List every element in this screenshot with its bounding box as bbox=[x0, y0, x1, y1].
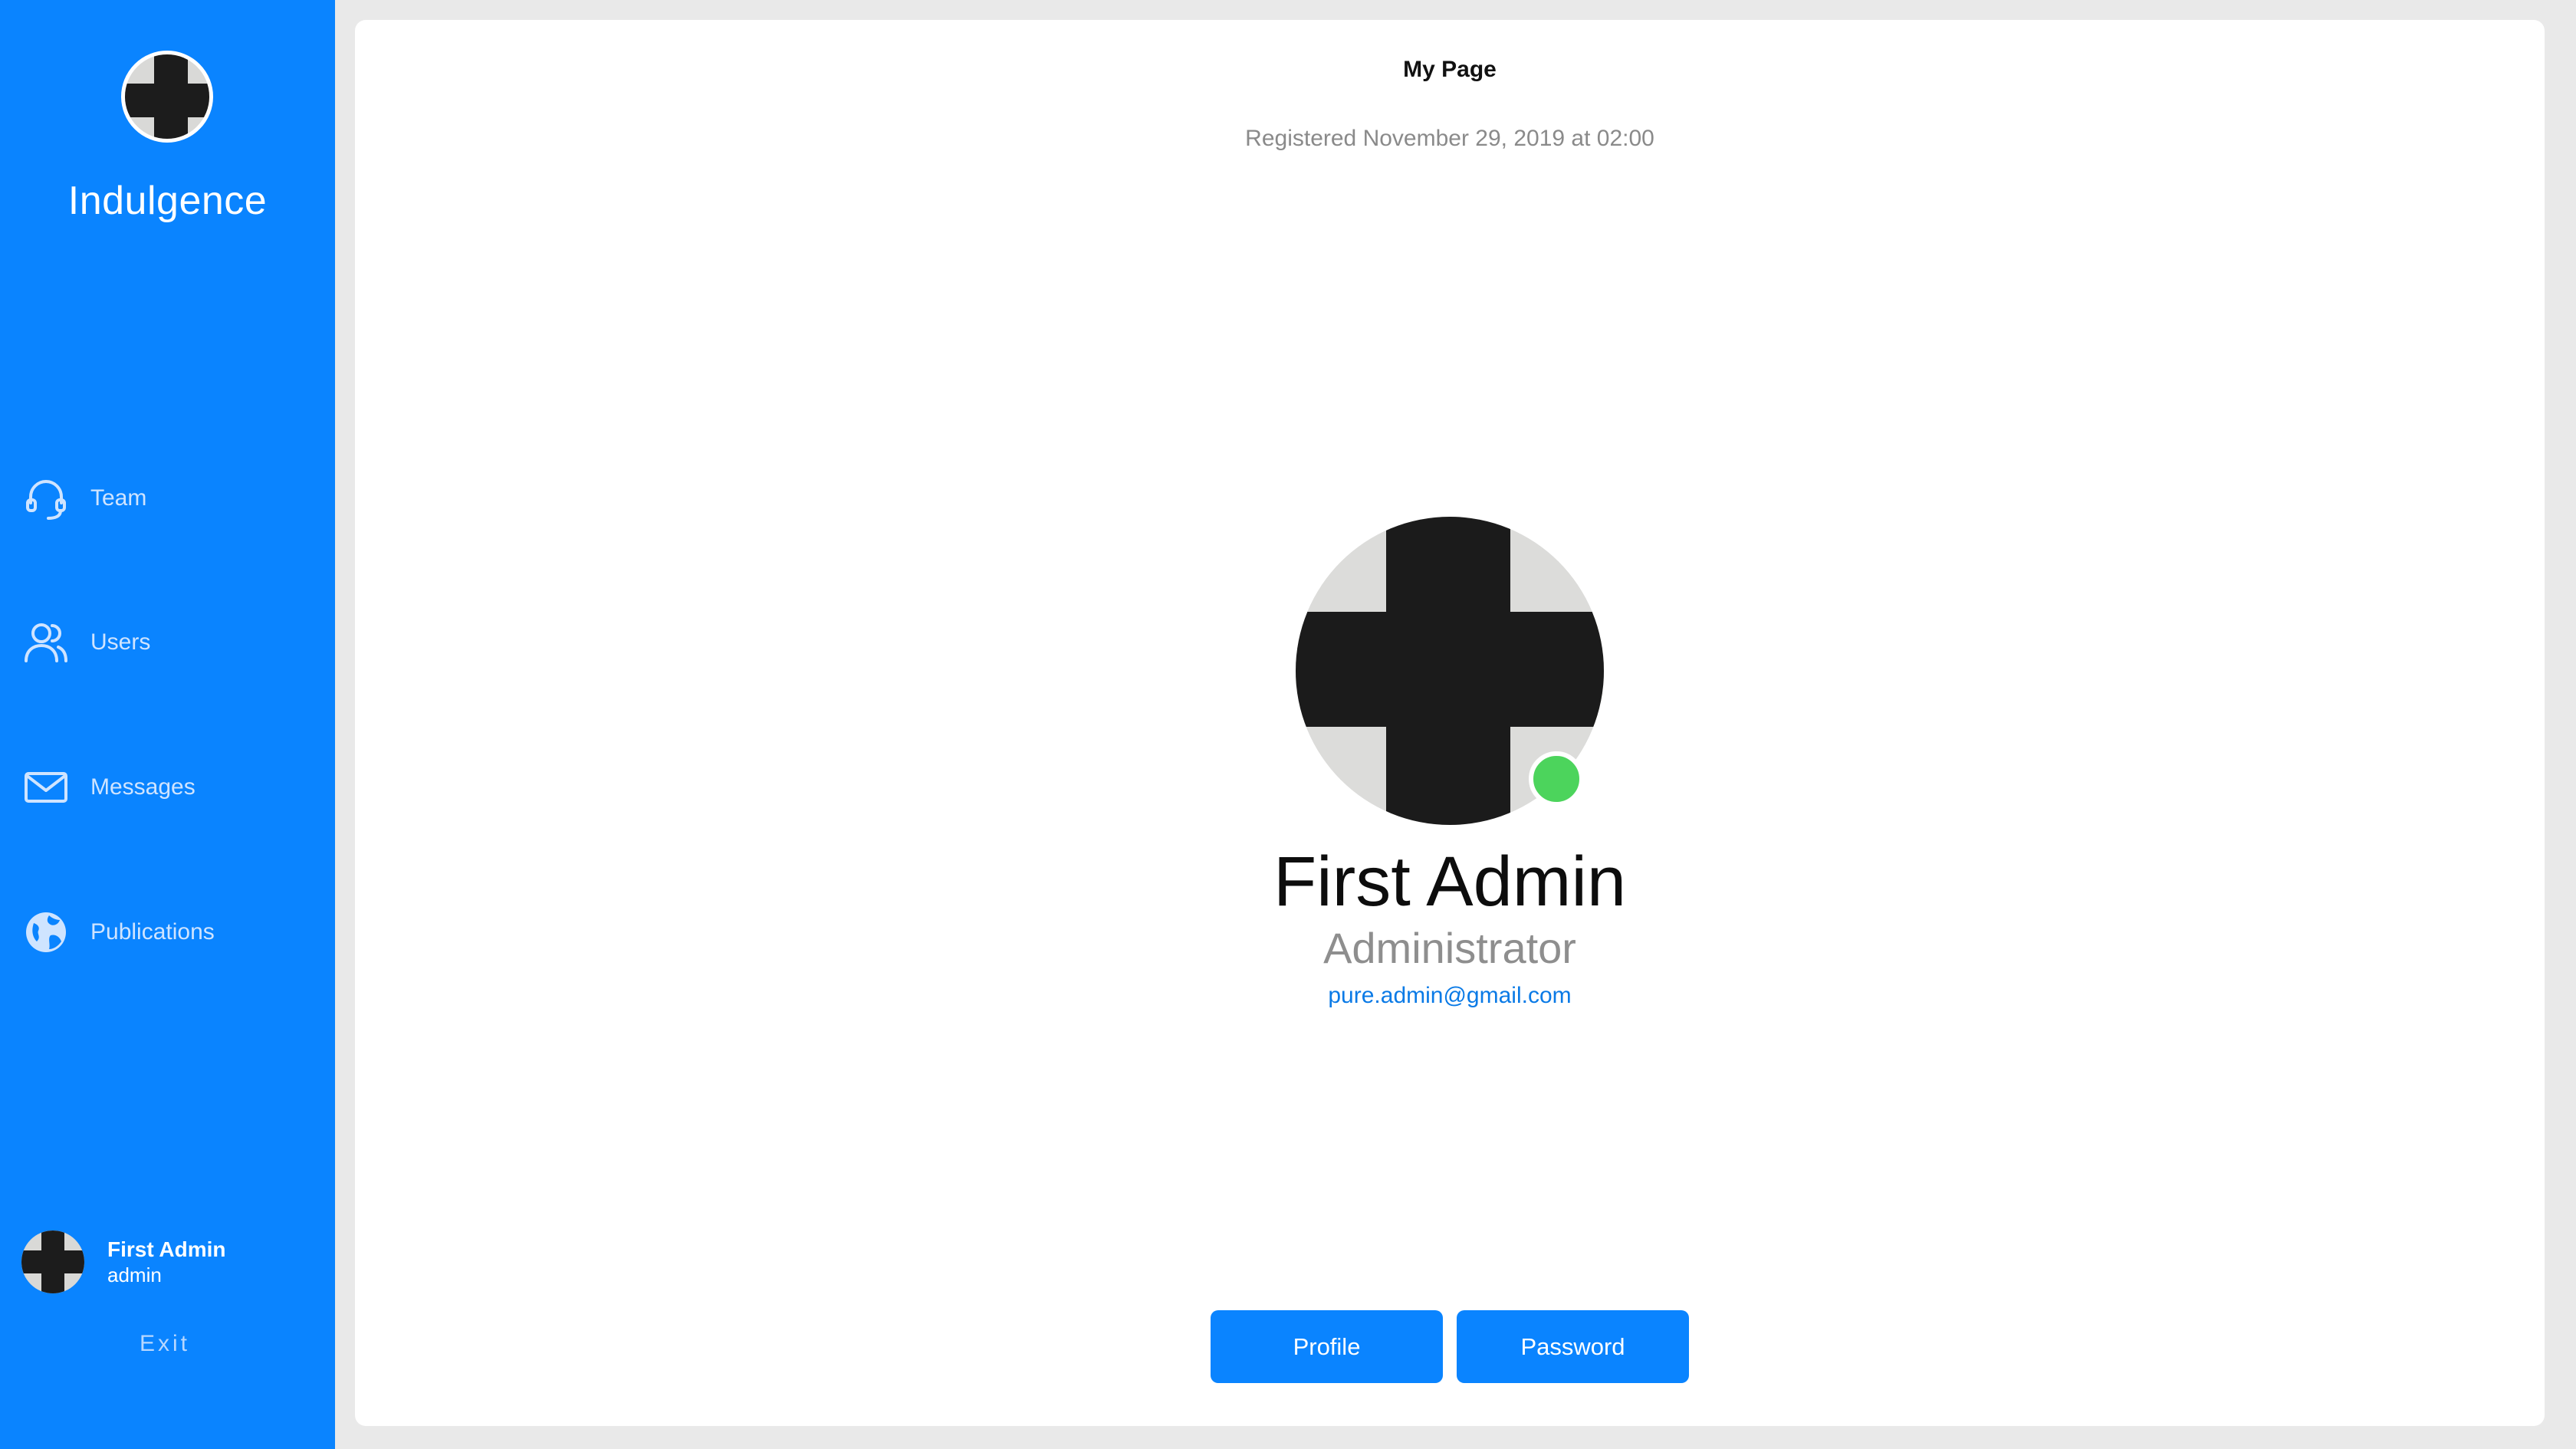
app-logo bbox=[121, 51, 213, 143]
page-title: My Page bbox=[1403, 57, 1497, 82]
current-user[interactable]: First Admin admin bbox=[21, 1230, 320, 1294]
password-button[interactable]: Password bbox=[1457, 1310, 1689, 1383]
cross-avatar-icon bbox=[21, 1230, 84, 1293]
sidebar-item-team[interactable]: Team bbox=[21, 468, 320, 529]
sidebar-item-messages[interactable]: Messages bbox=[21, 757, 320, 818]
sidebar-item-users[interactable]: Users bbox=[21, 612, 320, 673]
current-user-login: admin bbox=[107, 1263, 162, 1286]
sidebar-item-label: Team bbox=[90, 485, 147, 511]
registration-date: Registered November 29, 2019 at 02:00 bbox=[1245, 126, 1654, 151]
sidebar-item-label: Messages bbox=[90, 774, 196, 800]
profile-button[interactable]: Profile bbox=[1211, 1310, 1443, 1383]
profile-email-link[interactable]: pure.admin@gmail.com bbox=[355, 983, 2545, 1009]
envelope-icon bbox=[21, 763, 71, 812]
headset-icon bbox=[21, 474, 71, 523]
app-name: Indulgence bbox=[67, 179, 268, 223]
sidebar-item-publications[interactable]: Publications bbox=[21, 902, 320, 963]
cross-logo-icon bbox=[125, 54, 209, 139]
globe-icon bbox=[21, 908, 71, 957]
profile-role: Administrator bbox=[1323, 924, 1576, 972]
users-icon bbox=[21, 618, 71, 667]
sidebar: Indulgence Team Users Messages Publicati… bbox=[0, 0, 335, 1449]
exit-button[interactable]: Exit bbox=[0, 1331, 330, 1357]
sidebar-item-label: Users bbox=[90, 629, 151, 655]
avatar bbox=[21, 1230, 84, 1293]
main-panel: My Page Registered November 29, 2019 at … bbox=[355, 20, 2545, 1426]
current-user-name: First Admin bbox=[107, 1237, 226, 1261]
sidebar-item-label: Publications bbox=[90, 919, 215, 945]
profile-name: First Admin bbox=[1273, 843, 1627, 921]
online-status-indicator bbox=[1529, 751, 1584, 807]
